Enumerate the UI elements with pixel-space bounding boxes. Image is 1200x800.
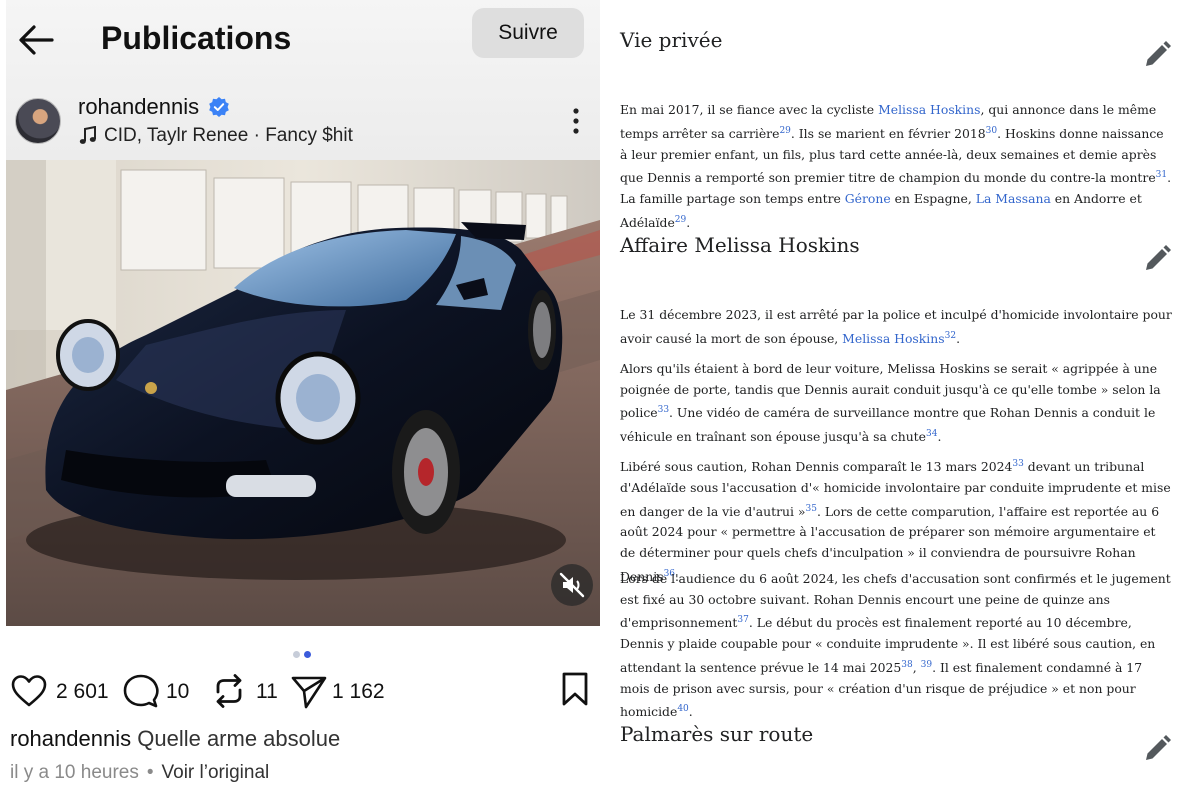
reference-link[interactable]: 34 [926, 429, 937, 439]
reference-link[interactable]: 40 [677, 704, 688, 714]
post-time: il y a 10 heures [10, 762, 139, 783]
pencil-edit-icon[interactable] [1142, 734, 1172, 764]
post-panel: Publications Suivre rohandennis CID, Tay… [6, 0, 600, 796]
repost-count: 11 [256, 680, 278, 703]
post-header: Publications Suivre rohandennis CID, Tay… [6, 0, 600, 160]
comment-count: 10 [166, 680, 190, 703]
mute-toggle[interactable] [551, 564, 593, 606]
carousel-dot-active [304, 651, 311, 658]
paragraph-text: . [686, 214, 691, 230]
post-photo[interactable] [6, 160, 600, 626]
reference-link[interactable]: 30 [986, 126, 997, 136]
repost-icon [216, 674, 242, 708]
reference-link[interactable]: 33 [1012, 459, 1023, 469]
paragraph: Alors qu'ils étaient à bord de leur voit… [620, 359, 1172, 448]
carousel-dot [293, 651, 300, 658]
reference-link[interactable]: 32 [945, 331, 956, 341]
author-username[interactable]: rohandennis [78, 94, 199, 120]
article-link[interactable]: Melissa Hoskins [878, 102, 980, 117]
repost-button[interactable]: 11 [210, 672, 280, 712]
carousel-indicator [293, 645, 315, 663]
paragraph-text: Libéré sous caution, Rohan Dennis compar… [620, 459, 1013, 475]
more-vertical-icon[interactable] [570, 106, 582, 136]
paragraph: Lors de l'audience du 6 août 2024, les c… [620, 569, 1172, 723]
paragraph-text: en Espagne, [890, 191, 976, 207]
car-photo-illustration [6, 160, 600, 626]
like-count: 2 601 [56, 680, 109, 703]
paragraph-text: . [937, 429, 942, 445]
reference-link[interactable]: 33 [658, 405, 669, 415]
music-track[interactable]: CID, Taylr Renee · Fancy $hit [104, 125, 353, 147]
reference-link[interactable]: 39 [921, 660, 932, 670]
paragraph-text: . [688, 704, 693, 720]
paragraph-text: . Ils se marient en février 2018 [790, 125, 986, 141]
section-heading-affaire: Affaire Melissa Hoskins [620, 233, 860, 257]
reference-link[interactable]: 29 [675, 215, 686, 225]
arrow-left-icon[interactable] [16, 22, 56, 58]
reference-link[interactable]: 37 [737, 615, 748, 625]
follow-button[interactable]: Suivre [472, 8, 584, 58]
heart-icon [11, 675, 47, 707]
see-original-link[interactable]: Voir l’original [162, 762, 270, 783]
speaker-muted-icon [559, 572, 585, 598]
reference-link[interactable]: 29 [779, 126, 790, 136]
comment-bubble-icon [123, 674, 159, 708]
page-title: Publications [101, 20, 292, 56]
reference-link[interactable]: 31 [1156, 170, 1167, 180]
verified-badge-icon [209, 97, 229, 117]
paragraph-text: . Une vidéo de caméra de surveillance mo… [620, 405, 1156, 445]
avatar[interactable] [15, 98, 61, 144]
share-button[interactable]: 1 162 [290, 672, 390, 712]
article-link[interactable]: Gérone [845, 191, 891, 206]
section-heading-vie-privee: Vie privée [620, 28, 723, 52]
post-meta: il y a 10 heures • Voir l’original [10, 762, 269, 784]
caption-text: Quelle arme absolue [137, 726, 341, 751]
paragraph-text: , [912, 660, 921, 676]
article-link[interactable]: La Massana [976, 191, 1051, 206]
paragraph-text: En mai 2017, il se fiance avec la cyclis… [620, 102, 879, 117]
paragraph: En mai 2017, il se fiance avec la cyclis… [620, 100, 1172, 234]
reference-link[interactable]: 35 [805, 504, 816, 514]
section-heading-palmares: Palmarès sur route [620, 722, 814, 746]
article-link[interactable]: Melissa Hoskins [842, 331, 944, 346]
paragraph: Libéré sous caution, Rohan Dennis compar… [620, 454, 1172, 588]
reference-link[interactable]: 38 [901, 660, 912, 670]
send-icon [291, 676, 327, 709]
share-count: 1 162 [332, 680, 385, 703]
article-panel: Vie privée En mai 2017, il se fiance ave… [606, 0, 1200, 800]
bookmark-icon[interactable] [560, 672, 590, 706]
pencil-edit-icon[interactable] [1142, 244, 1172, 274]
comment-button[interactable]: 10 [122, 672, 192, 712]
pencil-edit-icon[interactable] [1142, 40, 1172, 70]
meta-separator: • [146, 762, 154, 783]
post-caption: rohandennis Quelle arme absolue [10, 726, 340, 752]
paragraph-text: . [956, 330, 961, 346]
music-note-icon [79, 126, 96, 144]
caption-username[interactable]: rohandennis [10, 726, 131, 751]
like-button[interactable]: 2 601 [10, 672, 120, 712]
paragraph: Le 31 décembre 2023, il est arrêté par l… [620, 305, 1172, 350]
